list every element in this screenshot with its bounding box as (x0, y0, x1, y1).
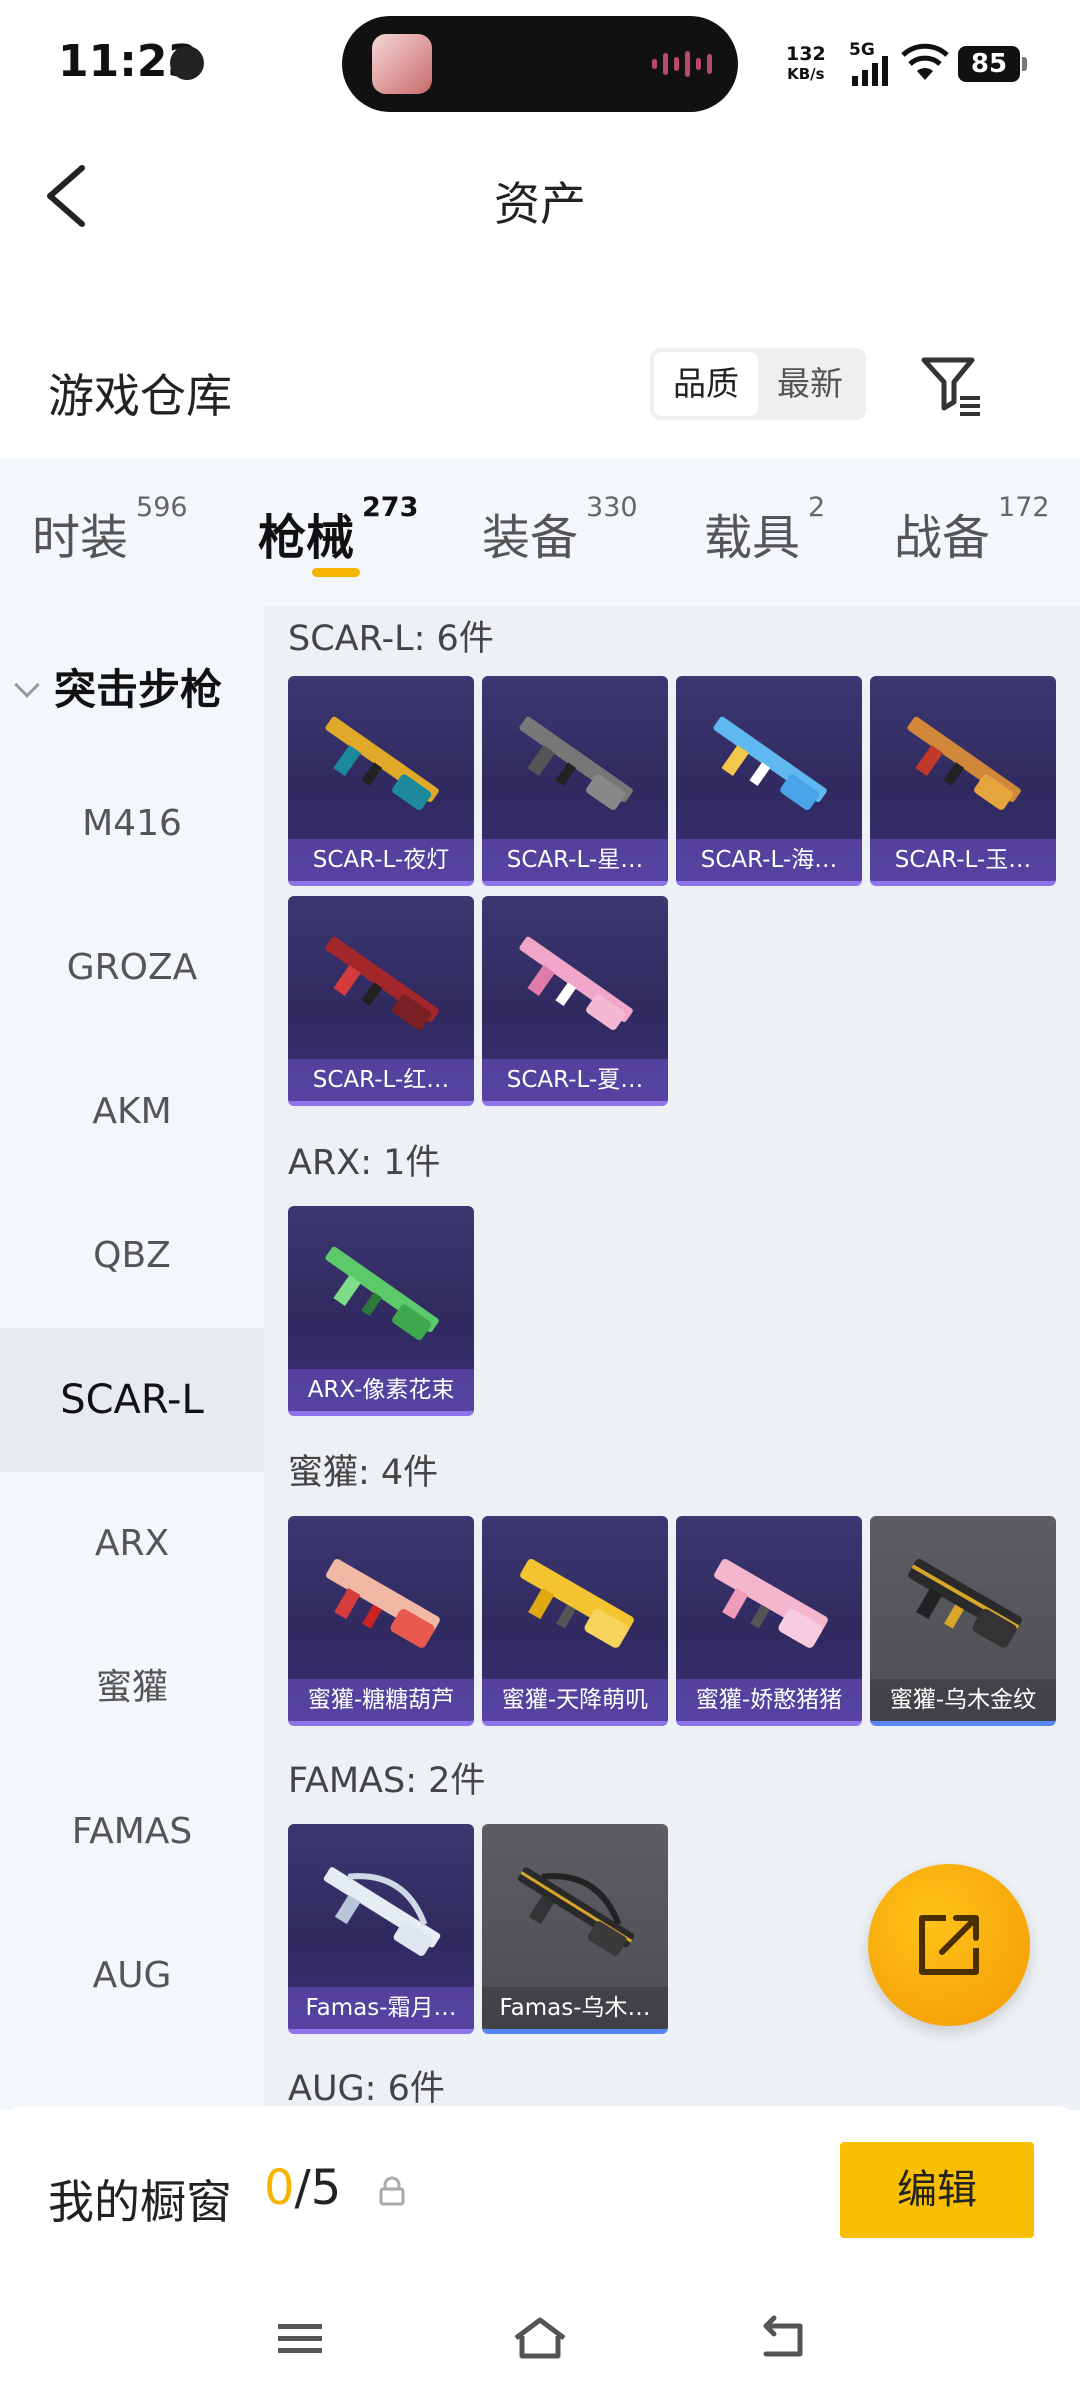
section-title: FAMAS: 2件 (288, 1761, 486, 1801)
filter-icon[interactable] (918, 352, 986, 418)
skin-card[interactable]: Famas-霜月… (288, 1824, 474, 2034)
rifle-icon (323, 1867, 441, 1956)
skin-card[interactable]: 蜜獾-天降萌叽 (482, 1516, 668, 1726)
skin-card[interactable]: SCAR-L-夏… (482, 896, 668, 1106)
sidebar-item-scar-l[interactable]: SCAR-L (0, 1328, 264, 1472)
tab-firearms[interactable]: 枪械273 (258, 492, 418, 568)
skin-card[interactable]: ARX-像素花束 (288, 1206, 474, 1416)
notification-icon (170, 46, 204, 80)
warehouse-title: 游戏仓库 (48, 369, 232, 423)
sidebar-category[interactable]: 突击步枪 (14, 656, 222, 717)
rifle-icon (326, 1558, 440, 1648)
skin-card[interactable]: SCAR-L-玉… (870, 676, 1056, 886)
sidebar-item-arx[interactable]: ARX (0, 1472, 264, 1616)
skin-card[interactable]: SCAR-L-红… (288, 896, 474, 1106)
lock-icon (379, 2176, 405, 2206)
tab-supplies[interactable]: 战备172 (894, 492, 1050, 568)
share-export-icon (919, 1915, 979, 1975)
rifle-icon (517, 1867, 635, 1956)
sidebar-item-qbz[interactable]: QBZ (0, 1184, 264, 1328)
signal-icon (852, 56, 888, 86)
skin-card[interactable]: 蜜獾-乌木金纹 (870, 1516, 1056, 1726)
page-title: 资产 (494, 177, 586, 231)
rifle-icon (325, 1246, 439, 1340)
section-title: AUG: 6件 (288, 2069, 445, 2109)
home-icon[interactable] (510, 2314, 570, 2364)
audio-wave-icon (652, 50, 712, 78)
tab-vehicles[interactable]: 载具2 (704, 492, 825, 568)
rifle-icon (908, 1558, 1022, 1648)
rifle-icon (714, 1558, 828, 1648)
skin-card[interactable]: SCAR-L-星… (482, 676, 668, 886)
back-icon[interactable] (752, 2314, 812, 2364)
sidebar-item-honey-badger[interactable]: 蜜獾 (0, 1616, 264, 1760)
app-avatar-icon (372, 34, 432, 94)
section-title: SCAR-L: 6件 (288, 619, 494, 659)
skin-card[interactable]: SCAR-L-夜灯 (288, 676, 474, 886)
rifle-icon (907, 716, 1021, 810)
battery-indicator: 85 (958, 46, 1027, 82)
skin-card[interactable]: SCAR-L-海… (676, 676, 862, 886)
sidebar-item-famas[interactable]: FAMAS (0, 1760, 264, 1904)
rifle-icon (519, 936, 633, 1030)
sidebar-item-aug[interactable]: AUG (0, 1904, 264, 2048)
category-tabs: 时装596 枪械273 装备330 载具2 战备172 (0, 458, 1080, 606)
skin-card[interactable]: 蜜獾-娇憨猪猪 (676, 1516, 862, 1726)
rifle-icon (325, 716, 439, 810)
rifle-icon (325, 936, 439, 1030)
weapon-sidebar: 突击步枪 M416 GROZA AKM QBZ SCAR-L ARX 蜜獾 FA… (0, 606, 264, 2110)
sidebar-item-akm[interactable]: AKM (0, 1040, 264, 1184)
showcase-bar: 我的橱窗 0/5 编辑 (0, 2106, 1080, 2400)
section-title: 蜜獾: 4件 (288, 1453, 439, 1493)
rifle-icon (519, 716, 633, 810)
tab-equipment[interactable]: 装备330 (482, 492, 638, 568)
showcase-label: 我的橱窗 (48, 2175, 232, 2229)
edit-button[interactable]: 编辑 (840, 2142, 1034, 2238)
menu-icon[interactable] (270, 2314, 330, 2364)
sort-by-newest[interactable]: 最新 (758, 352, 862, 416)
sort-toggle: 品质 最新 (650, 348, 866, 420)
section-title: ARX: 1件 (288, 1143, 441, 1183)
status-bar: 11:23 132 KB/s 5G 85 (0, 0, 1080, 130)
network-speed: 132 KB/s (786, 43, 826, 83)
active-tab-indicator (312, 568, 360, 577)
share-export-button[interactable] (868, 1864, 1030, 2026)
skin-card[interactable]: 蜜獾-糖糖葫芦 (288, 1516, 474, 1726)
wifi-icon (901, 43, 949, 80)
dynamic-island[interactable] (342, 16, 738, 112)
sort-by-quality[interactable]: 品质 (654, 352, 758, 416)
sidebar-item-groza[interactable]: GROZA (0, 896, 264, 1040)
skin-card[interactable]: Famas-乌木… (482, 1824, 668, 2034)
showcase-count: 0/5 (264, 2160, 342, 2216)
rifle-icon (520, 1558, 634, 1648)
rifle-icon (713, 716, 827, 810)
chevron-down-icon (14, 672, 40, 698)
sidebar-item-m416[interactable]: M416 (0, 752, 264, 896)
tab-fashion[interactable]: 时装596 (32, 492, 188, 568)
